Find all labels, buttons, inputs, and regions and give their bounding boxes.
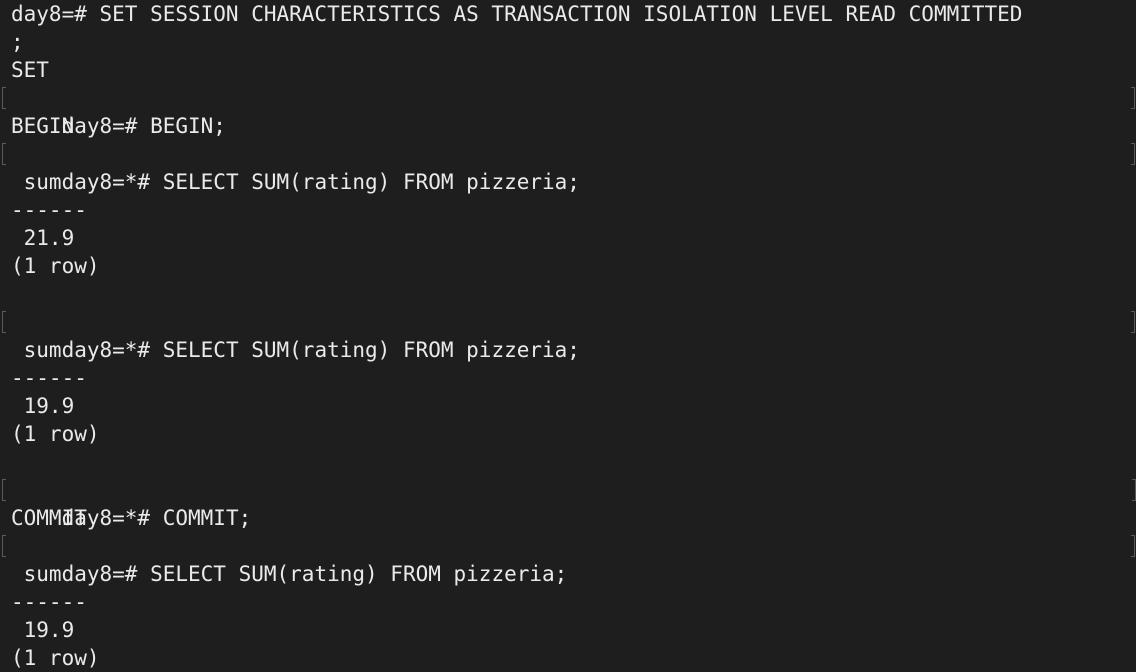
output-text: 19.9 <box>11 394 75 418</box>
output-text: 21.9 <box>11 226 75 250</box>
terminal-line: (1 row) <box>11 644 1136 672</box>
line-mark-right <box>1131 535 1135 557</box>
line-mark-left <box>2 535 6 557</box>
terminal-window[interactable]: day8=# SET SESSION CHARACTERISTICS AS TR… <box>0 0 1136 672</box>
output-text: sum <box>11 562 62 586</box>
terminal-line: SET <box>11 56 1136 84</box>
line-mark-right <box>1131 87 1135 109</box>
terminal-line: 19.9 <box>11 616 1136 644</box>
terminal-line: 19.9 <box>11 392 1136 420</box>
output-text: SET <box>11 58 49 82</box>
output-text: ------ <box>11 198 87 222</box>
line-mark-right <box>1132 479 1136 501</box>
output-text: ------ <box>11 590 87 614</box>
output-text: 19.9 <box>11 618 75 642</box>
line-mark-left <box>2 311 6 333</box>
line-mark-left <box>2 479 6 501</box>
output-text: sum <box>11 338 62 362</box>
line-mark-left <box>2 87 6 109</box>
output-text: BEGIN <box>11 114 75 138</box>
terminal-line: 21.9 <box>11 224 1136 252</box>
terminal-line: (1 row) <box>11 420 1136 448</box>
terminal-line: (1 row) <box>11 252 1136 280</box>
terminal-line: ; <box>11 28 1136 56</box>
terminal-line: day8=# SET SESSION CHARACTERISTICS AS TR… <box>11 0 1136 28</box>
command-text: day8=# SET SESSION CHARACTERISTICS AS TR… <box>11 2 1023 26</box>
output-text: (1 row) <box>11 646 100 670</box>
terminal-line: day8=# BEGIN; <box>2 84 1136 138</box>
terminal-line: COMMIT <box>11 504 1136 532</box>
terminal-line: sum <box>11 168 1136 196</box>
terminal-line: day8=# SELECT SUM(rating) FROM pizzeria; <box>2 532 1136 586</box>
command-text: ; <box>11 30 24 54</box>
terminal-line: day8=*# SELECT SUM(rating) FROM pizzeria… <box>2 140 1136 194</box>
terminal-line: BEGIN <box>11 112 1136 140</box>
output-text: ------ <box>11 366 87 390</box>
line-mark-right <box>1131 143 1135 165</box>
line-mark-left <box>2 143 6 165</box>
terminal-line: ------ <box>11 588 1136 616</box>
output-text: sum <box>11 170 62 194</box>
terminal-line: sum <box>11 336 1136 364</box>
line-mark-right <box>1131 311 1135 333</box>
output-text: (1 row) <box>11 254 100 278</box>
output-text: (1 row) <box>11 422 100 446</box>
output-text: COMMIT <box>11 506 87 530</box>
terminal-line: ------ <box>11 364 1136 392</box>
terminal-line: ------ <box>11 196 1136 224</box>
terminal-line: day8=*# SELECT SUM(rating) FROM pizzeria… <box>2 308 1136 362</box>
terminal-line: sum <box>11 560 1136 588</box>
terminal-line: day8=*# COMMIT; <box>2 476 1136 530</box>
